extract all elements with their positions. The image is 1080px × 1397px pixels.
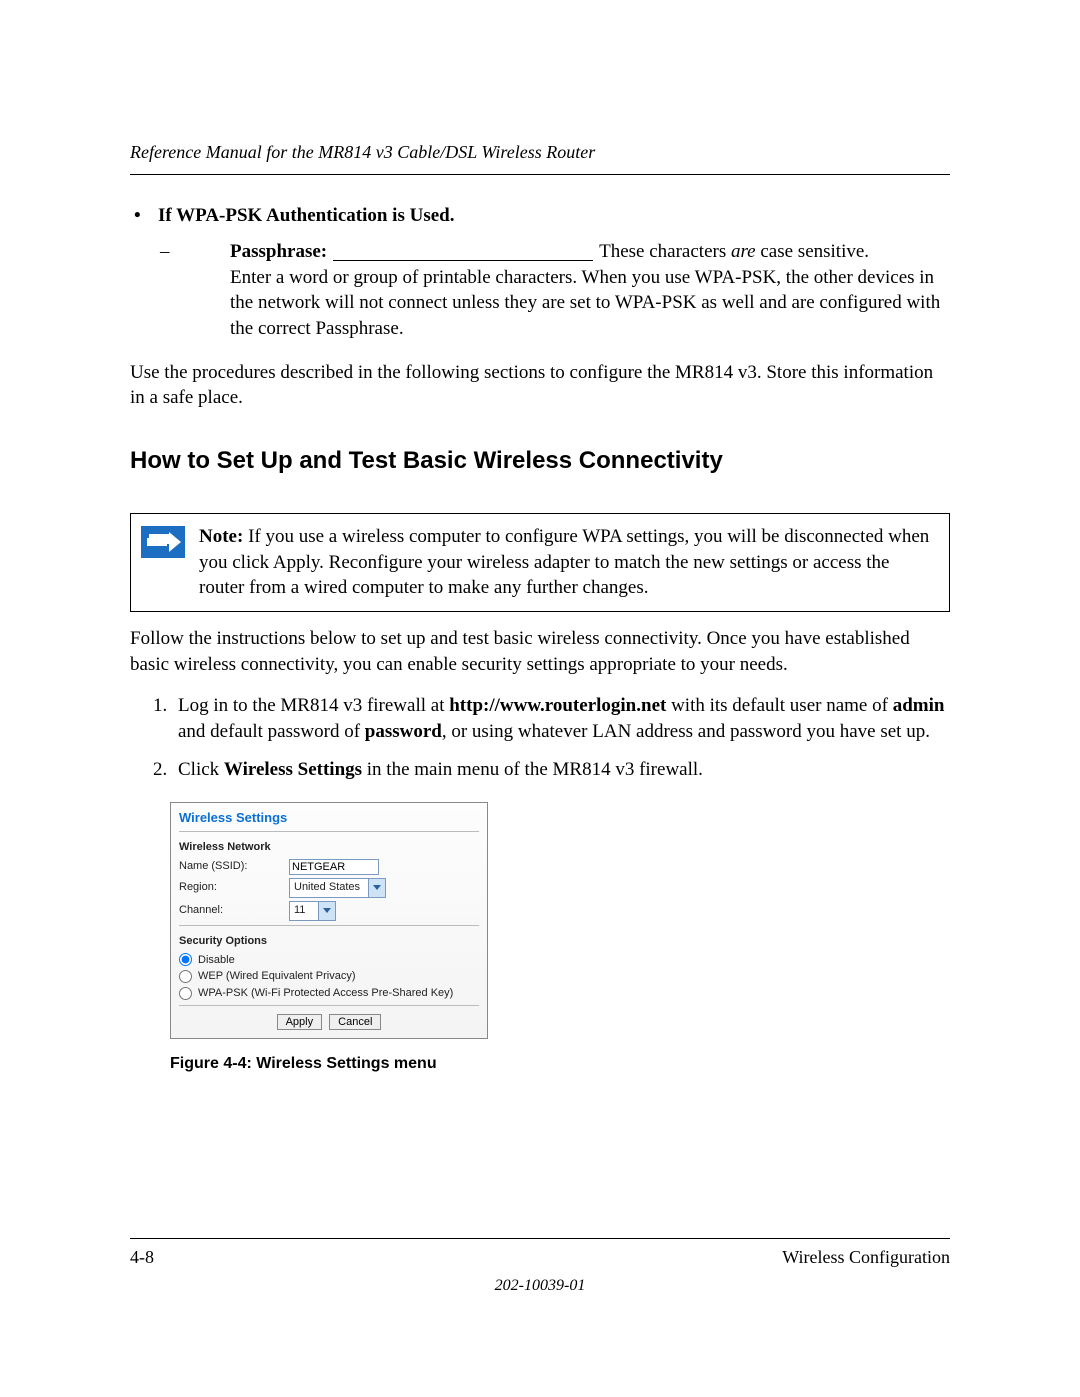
select-channel-value: 11	[290, 902, 318, 920]
passphrase-blank-line	[333, 241, 593, 261]
row-channel: Channel: 11	[179, 901, 479, 921]
note-body: If you use a wireless computer to config…	[199, 526, 929, 598]
note-box: Note: If you use a wireless computer to …	[130, 513, 950, 612]
panel-divider	[179, 925, 479, 926]
use-procedures-paragraph: Use the procedures described in the foll…	[130, 360, 950, 411]
follow-paragraph: Follow the instructions below to set up …	[130, 626, 950, 677]
step-2: Click Wireless Settings in the main menu…	[172, 757, 950, 783]
option-wpa-psk-label: WPA-PSK (Wi-Fi Protected Access Pre-Shar…	[198, 986, 453, 1001]
steps-list: Log in to the MR814 v3 firewall at http:…	[130, 693, 950, 782]
option-wep-label: WEP (Wired Equivalent Privacy)	[198, 969, 356, 984]
radio-wep[interactable]	[179, 970, 192, 983]
passphrase-tail: These characters are case sensitive.	[599, 239, 869, 265]
label-region: Region:	[179, 880, 289, 895]
passphrase-item: – Passphrase: These characters are case …	[130, 239, 950, 342]
wireless-settings-panel: Wireless Settings Wireless Network Name …	[170, 802, 488, 1039]
apply-button[interactable]: Apply	[277, 1014, 323, 1030]
dash-marker: –	[130, 239, 230, 342]
running-header: Reference Manual for the MR814 v3 Cable/…	[130, 140, 950, 175]
footer-rule	[130, 1238, 950, 1239]
panel-button-row: Apply Cancel	[179, 1014, 479, 1030]
note-arrow-icon	[141, 526, 185, 558]
passphrase-label: Passphrase:	[230, 239, 327, 265]
note-text: Note: If you use a wireless computer to …	[199, 524, 937, 601]
footer-doc-number: 202-10039-01	[130, 1275, 950, 1297]
option-disable-label: Disable	[198, 953, 235, 968]
bullet-heading: If WPA-PSK Authentication is Used.	[158, 203, 950, 229]
option-disable[interactable]: Disable	[179, 953, 479, 968]
page: Reference Manual for the MR814 v3 Cable/…	[0, 0, 1080, 1397]
footer-section-name: Wireless Configuration	[782, 1245, 950, 1269]
page-footer: 4-8 Wireless Configuration 202-10039-01	[130, 1238, 950, 1297]
select-channel[interactable]: 11	[289, 901, 336, 921]
footer-page-number: 4-8	[130, 1245, 154, 1269]
radio-wpa-psk[interactable]	[179, 987, 192, 1000]
label-channel: Channel:	[179, 903, 289, 918]
panel-divider	[179, 1005, 479, 1006]
figure-caption: Figure 4-4: Wireless Settings menu	[170, 1053, 950, 1075]
group-security-options: Security Options	[179, 934, 479, 949]
panel-title: Wireless Settings	[179, 809, 479, 827]
radio-disable[interactable]	[179, 953, 192, 966]
section-heading: How to Set Up and Test Basic Wireless Co…	[130, 445, 950, 477]
bullet-wpa-psk: • If WPA-PSK Authentication is Used.	[130, 203, 950, 229]
row-region: Region: United States	[179, 878, 479, 898]
passphrase-body: Passphrase: These characters are case se…	[230, 239, 950, 342]
passphrase-description: Enter a word or group of printable chara…	[230, 265, 950, 342]
label-ssid: Name (SSID):	[179, 859, 289, 874]
cancel-button[interactable]: Cancel	[329, 1014, 381, 1030]
figure-wireless-settings: Wireless Settings Wireless Network Name …	[170, 802, 950, 1074]
chevron-down-icon[interactable]	[368, 879, 385, 897]
note-lead: Note:	[199, 526, 243, 547]
option-wep[interactable]: WEP (Wired Equivalent Privacy)	[179, 969, 479, 984]
option-wpa-psk[interactable]: WPA-PSK (Wi-Fi Protected Access Pre-Shar…	[179, 986, 479, 1001]
step-1: Log in to the MR814 v3 firewall at http:…	[172, 693, 950, 744]
passphrase-first-line: Passphrase: These characters are case se…	[230, 239, 950, 265]
select-region-value: United States	[290, 879, 368, 897]
panel-divider	[179, 831, 479, 832]
group-wireless-network: Wireless Network	[179, 840, 479, 855]
bullet-dot: •	[130, 203, 158, 229]
select-region[interactable]: United States	[289, 878, 386, 898]
chevron-down-icon[interactable]	[318, 902, 335, 920]
row-ssid: Name (SSID):	[179, 859, 479, 875]
input-ssid[interactable]	[289, 859, 379, 875]
